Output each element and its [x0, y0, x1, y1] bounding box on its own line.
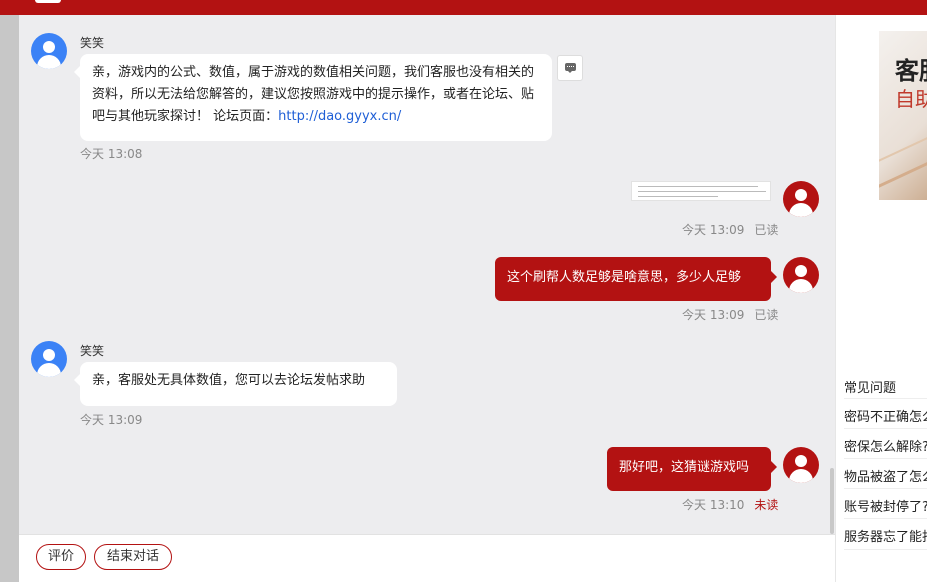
banner-title: 客服 — [895, 57, 927, 85]
message-time: 今天 13:10 未读 — [682, 498, 779, 512]
end-chat-button[interactable]: 结束对话 — [94, 544, 172, 570]
divider — [844, 458, 927, 459]
agent-avatar-icon — [31, 33, 67, 69]
faq-item[interactable]: 密码不正确怎么 — [844, 406, 927, 425]
service-banner[interactable]: 客服 自助 — [879, 31, 927, 200]
divider — [844, 518, 927, 519]
user-message-bubble: 这个刷帮人数足够是啥意思，多少人足够 — [495, 257, 777, 301]
faq-title: 常见问题 — [844, 381, 897, 396]
chat-action-bar: 评价 结束对话 — [19, 534, 835, 582]
top-bar-logo — [35, 0, 61, 3]
divider — [844, 549, 927, 550]
agent-avatar-icon — [31, 341, 67, 377]
faq-item[interactable]: 密保怎么解除? — [844, 436, 927, 455]
top-bar — [0, 0, 927, 15]
divider — [844, 488, 927, 489]
unread-status: 未读 — [754, 498, 779, 512]
faq-item[interactable]: 服务器忘了能找 — [844, 526, 927, 545]
message-time: 今天 13:09 已读 — [682, 223, 779, 237]
read-status: 已读 — [754, 308, 779, 322]
agent-name: 笑笑 — [80, 36, 105, 50]
message-time: 今天 13:09 — [80, 413, 143, 427]
user-avatar-icon — [783, 257, 819, 293]
rate-button[interactable]: 评价 — [36, 544, 86, 570]
image-message[interactable] — [631, 181, 771, 201]
banner-subtitle: 自助 — [895, 87, 927, 111]
divider — [844, 398, 927, 399]
left-gutter — [0, 0, 19, 582]
agent-name: 笑笑 — [80, 344, 105, 358]
agent-message-bubble: 亲，客服处无具体数值，您可以去论坛发帖求助 — [74, 362, 397, 406]
faq-item[interactable]: 物品被盗了怎么 — [844, 466, 927, 485]
message-time: 今天 13:08 — [80, 147, 143, 161]
read-status: 已读 — [754, 223, 779, 237]
divider — [844, 428, 927, 429]
user-message-bubble: 那好吧，这猜谜游戏吗 — [607, 447, 777, 491]
user-avatar-icon — [783, 181, 819, 217]
comment-button[interactable] — [557, 55, 583, 81]
help-sidebar: 客服 自助 常见问题 密码不正确怎么 密保怎么解除? 物品被盗了怎么 账号被封停… — [835, 15, 927, 582]
faq-item[interactable]: 账号被封停了? — [844, 496, 927, 515]
forum-link[interactable]: http://dao.gyyx.cn/ — [278, 109, 401, 124]
user-avatar-icon — [783, 447, 819, 483]
chat-scrollbar[interactable] — [830, 468, 834, 534]
comment-icon-dots — [567, 66, 574, 68]
agent-message-bubble: 亲，游戏内的公式、数值，属于游戏的数值相关问题，我们客服也没有相关的资料，所以无… — [74, 54, 552, 141]
message-time: 今天 13:09 已读 — [682, 308, 779, 322]
